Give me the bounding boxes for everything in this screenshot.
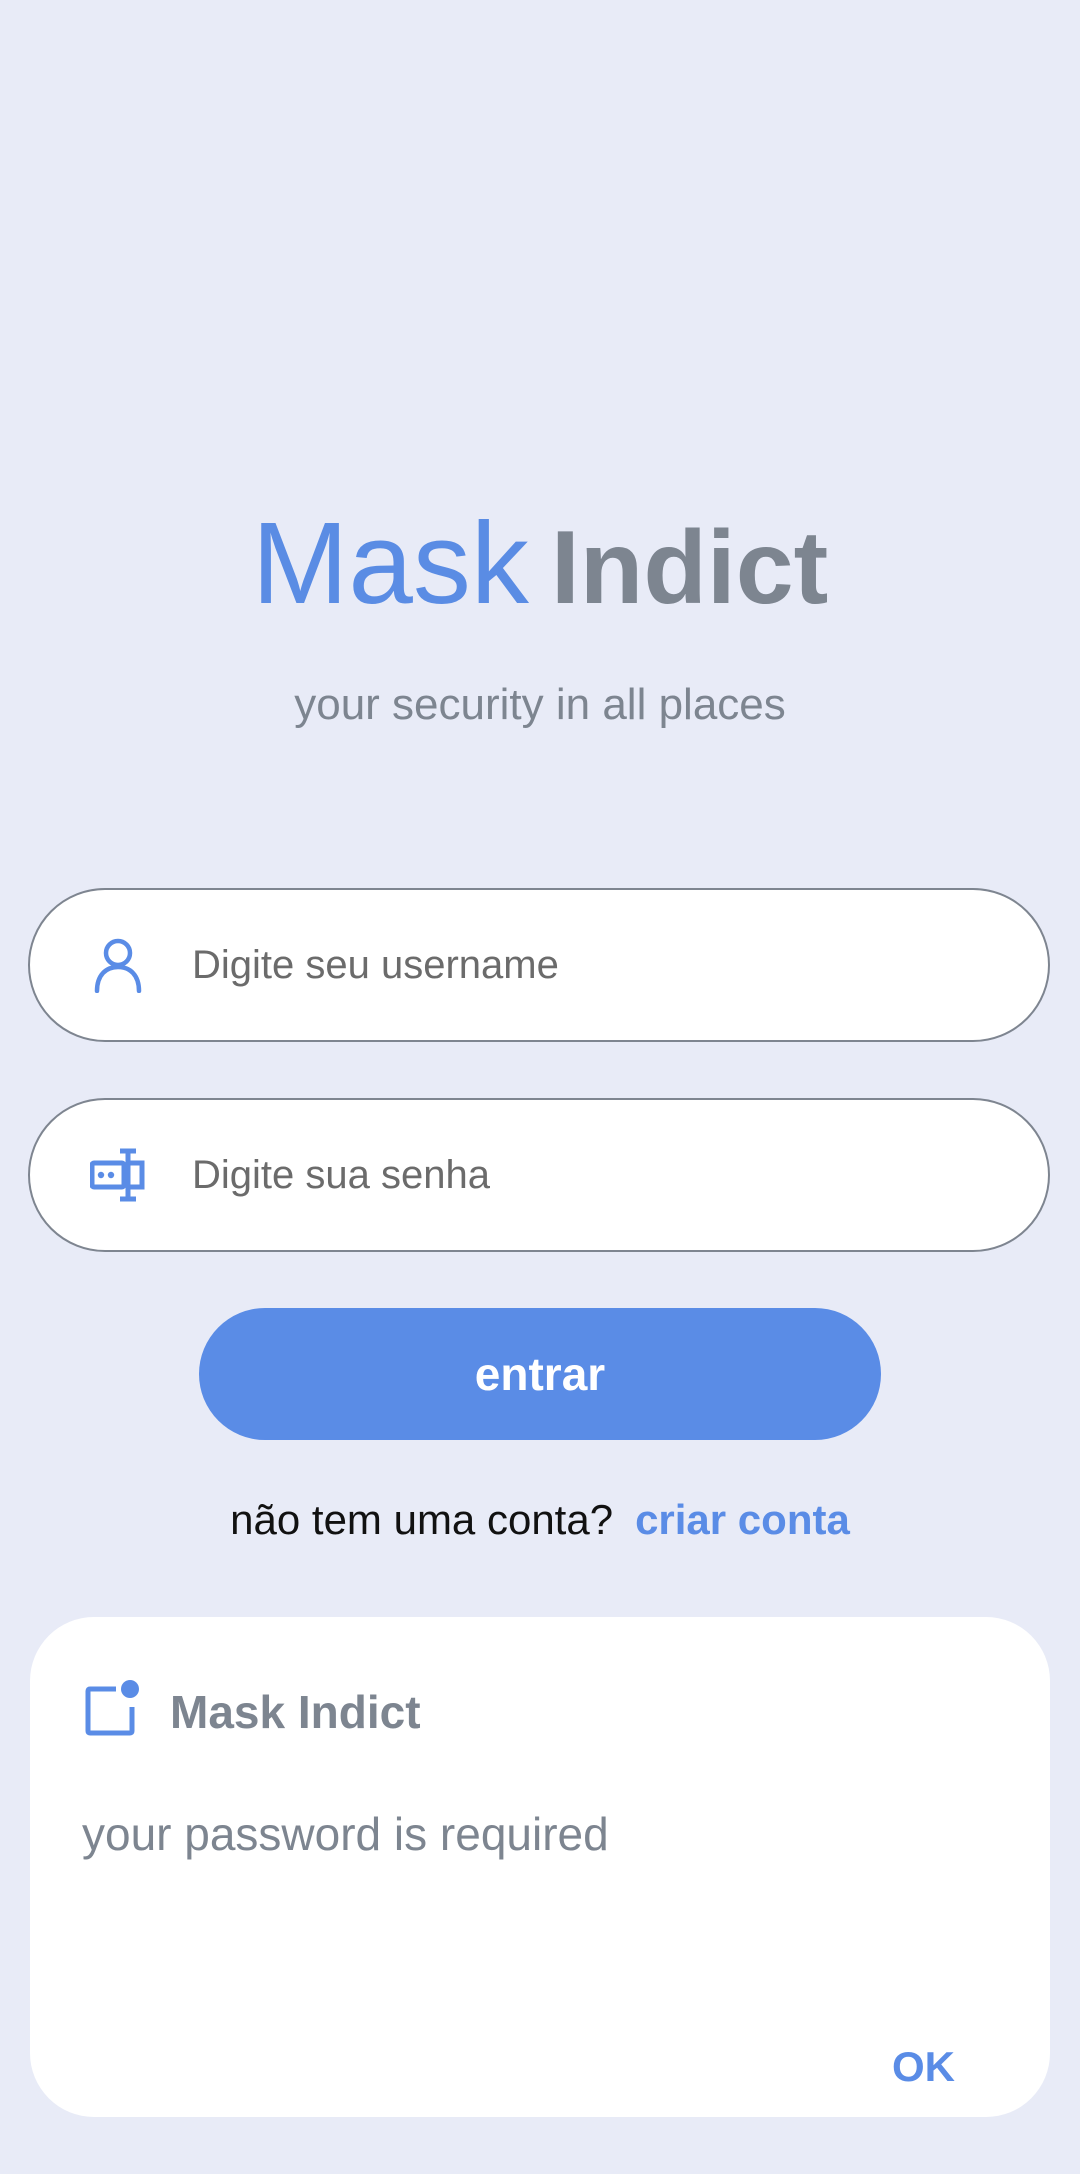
- notification-icon: [82, 1679, 142, 1739]
- enter-button[interactable]: entrar: [199, 1308, 881, 1440]
- username-field[interactable]: [28, 888, 1050, 1042]
- password-field-icon: [90, 1147, 146, 1203]
- signup-row: não tem uma conta? criar conta: [0, 1496, 1080, 1544]
- ok-button[interactable]: OK: [892, 2043, 955, 2091]
- password-field[interactable]: [28, 1098, 1050, 1252]
- alert-dialog: Mask Indict your password is required OK: [30, 1617, 1050, 2117]
- app-title-indict: Indict: [550, 510, 829, 626]
- dialog-message: your password is required: [82, 1808, 609, 1860]
- create-account-link[interactable]: criar conta: [635, 1496, 850, 1543]
- app-tagline: your security in all places: [294, 680, 786, 729]
- person-icon: [90, 937, 146, 993]
- app-title: Mask Indict: [0, 505, 1080, 621]
- password-input[interactable]: [192, 1152, 972, 1198]
- app-title-mask: Mask: [251, 498, 529, 628]
- dialog-title: Mask Indict: [170, 1686, 421, 1738]
- signup-prompt: não tem uma conta?: [230, 1496, 614, 1543]
- username-input[interactable]: [192, 942, 972, 988]
